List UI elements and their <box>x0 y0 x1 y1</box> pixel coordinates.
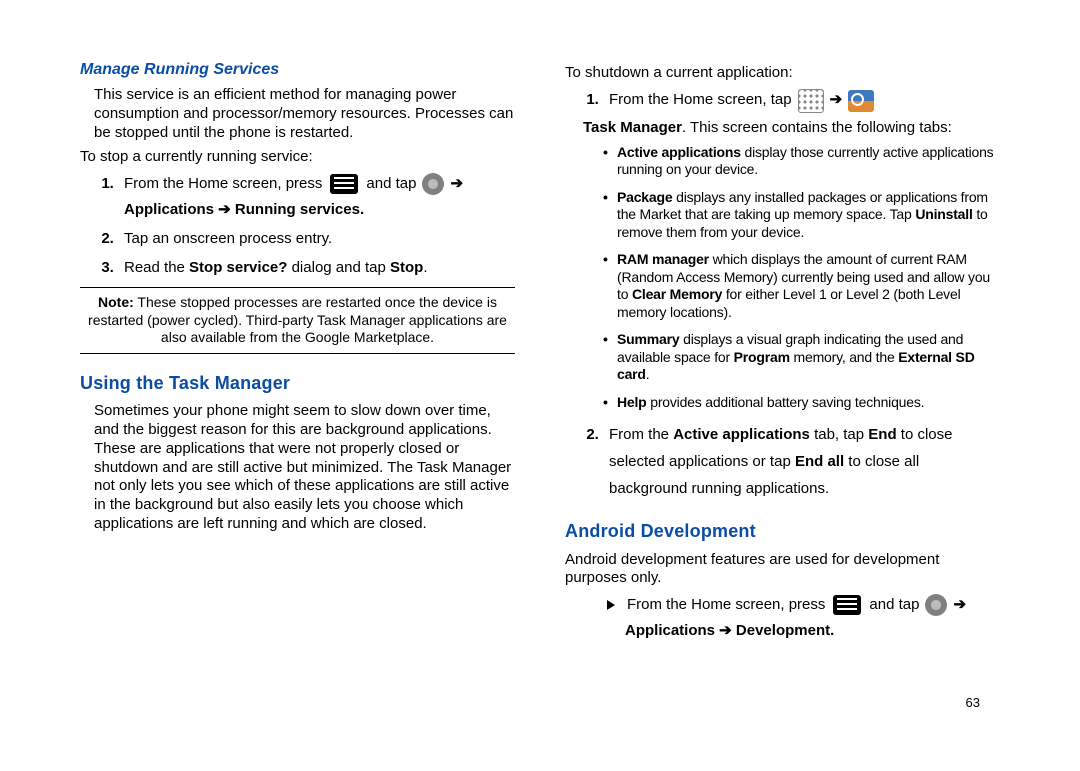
path-applications-development: Applications ➔ Development. <box>625 622 1000 641</box>
para-mrs-to-stop: To stop a currently running service: <box>80 148 515 167</box>
arrow-icon: ➔ <box>953 596 966 615</box>
task-manager-label: Task Manager <box>583 119 682 136</box>
note-label: Note: <box>98 294 134 310</box>
triangle-bullet-icon <box>607 600 615 610</box>
text: From the Home screen, press <box>627 596 825 615</box>
android-dev-step: From the Home screen, press and tap ➔ <box>607 594 1000 616</box>
tab-help: Help provides additional battery saving … <box>603 394 1000 412</box>
text: From the Home screen, tap <box>609 91 792 110</box>
note-body: These stopped processes are restarted on… <box>88 294 507 345</box>
shutdown-steps: From the Home screen, tap ➔ Task Manager… <box>591 89 1000 502</box>
heading-manage-running-services: Manage Running Services <box>80 60 515 80</box>
para-android-dev: Android development features are used fo… <box>565 551 1000 589</box>
tab-ram-manager: RAM manager which displays the amount of… <box>603 251 1000 321</box>
note-block: Note: These stopped processes are restar… <box>80 287 515 354</box>
menu-button-icon <box>330 174 358 194</box>
shutdown-step-2: From the Active applications tab, tap En… <box>603 421 1000 502</box>
right-column: To shutdown a current application: From … <box>565 60 1000 641</box>
mrs-steps: From the Home screen, press and tap ➔ Ap… <box>106 173 515 277</box>
heading-android-development: Android Development <box>565 520 1000 543</box>
para-mrs-intro: This service is an efficient method for … <box>94 86 515 142</box>
tab-summary: Summary displays a visual graph indicati… <box>603 331 1000 384</box>
settings-gear-icon <box>925 594 947 616</box>
para-shutdown-intro: To shutdown a current application: <box>565 64 1000 83</box>
text: . This screen contains the following tab… <box>682 119 952 136</box>
tab-active-applications: Active applications display those curren… <box>603 144 1000 179</box>
path-applications-running-services: Applications ➔ Running services. <box>124 201 515 220</box>
tab-package: Package displays any installed packages … <box>603 189 1000 242</box>
arrow-icon: ➔ <box>450 175 463 194</box>
settings-gear-icon <box>422 173 444 195</box>
task-manager-icon <box>848 90 874 112</box>
text: and tap <box>869 596 919 615</box>
left-column: Manage Running Services This service is … <box>80 60 515 641</box>
text: and tap <box>366 175 416 194</box>
apps-grid-icon <box>798 89 824 113</box>
arrow-icon: ➔ <box>830 91 843 110</box>
text: From the Home screen, press <box>124 175 322 194</box>
mrs-step-1: From the Home screen, press and tap ➔ Ap… <box>118 173 515 220</box>
page-number: 63 <box>966 695 980 711</box>
mrs-step-3: Read the Stop service? dialog and tap St… <box>118 259 515 278</box>
shutdown-step-1: From the Home screen, tap ➔ Task Manager… <box>603 89 1000 411</box>
heading-using-task-manager: Using the Task Manager <box>80 372 515 395</box>
menu-button-icon <box>833 595 861 615</box>
para-task-manager: Sometimes your phone might seem to slow … <box>94 402 515 533</box>
mrs-step-2: Tap an onscreen process entry. <box>118 230 515 249</box>
